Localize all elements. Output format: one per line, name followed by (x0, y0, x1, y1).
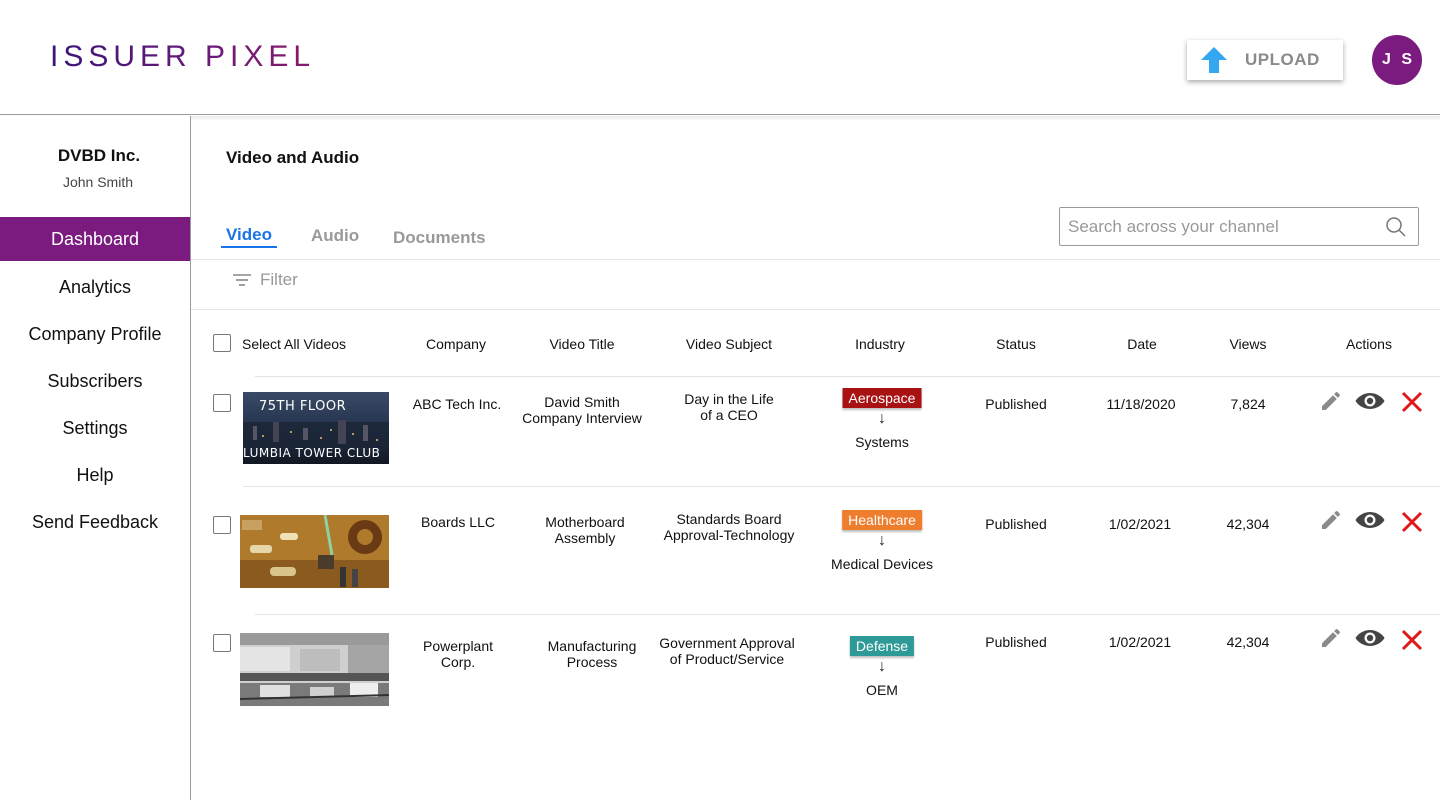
tab-documents[interactable]: Documents (393, 228, 486, 248)
arrow-down-icon: ↓ (878, 532, 886, 549)
cell-status: Published (985, 634, 1047, 650)
cell-status: Published (985, 516, 1047, 532)
thumbnail-factory-image (240, 633, 389, 706)
column-header-video-subject: Video Subject (685, 336, 773, 352)
pencil-icon[interactable] (1319, 508, 1343, 532)
search-icon[interactable] (1385, 216, 1407, 238)
cell-video-title[interactable]: Manufacturing Process (548, 638, 637, 670)
app-header: ISSUER PIXEL UPLOAD J S (0, 0, 1440, 115)
close-icon[interactable] (1400, 628, 1424, 652)
column-header-company: Company (426, 336, 486, 352)
tab-audio[interactable]: Audio (311, 226, 359, 246)
row-checkbox[interactable] (213, 516, 231, 534)
sidebar-item-company-profile[interactable]: Company Profile (0, 311, 190, 358)
sidebar-item-analytics[interactable]: Analytics (0, 264, 190, 311)
column-header-industry: Industry (855, 336, 905, 352)
sidebar-item-settings[interactable]: Settings (0, 405, 190, 452)
row-checkbox[interactable] (213, 634, 231, 652)
tabs-divider (191, 259, 1440, 260)
column-header-views: Views (1229, 336, 1267, 352)
sub-industry: Systems (855, 434, 909, 450)
select-all-checkbox[interactable] (213, 334, 231, 352)
pencil-icon[interactable] (1319, 389, 1343, 413)
cell-video-subject: Government Approval of Product/Service (659, 635, 795, 667)
org-user: John Smith (62, 174, 134, 190)
upload-button[interactable]: UPLOAD (1187, 40, 1343, 80)
thumbnail-caption-bottom: LUMBIA TOWER CLUB (243, 446, 381, 460)
column-header-date: Date (1127, 336, 1157, 352)
sub-industry: OEM (866, 682, 898, 698)
cell-video-title[interactable]: Motherboard Assembly (545, 514, 624, 546)
cell-company: ABC Tech Inc. (412, 396, 502, 412)
sidebar-item-help[interactable]: Help (0, 452, 190, 499)
cell-video-title[interactable]: David Smith Company Interview (522, 394, 642, 426)
row-checkbox[interactable] (213, 394, 231, 412)
eye-icon[interactable] (1354, 626, 1386, 650)
filter-button[interactable]: Filter (232, 270, 298, 290)
close-icon[interactable] (1400, 510, 1424, 534)
cell-date: 11/18/2020 (1106, 396, 1176, 412)
sidebar-nav: Dashboard Analytics Company Profile Subs… (0, 217, 190, 546)
thumbnail-motherboard-image (240, 515, 389, 588)
search-box (1059, 207, 1419, 246)
thumbnail-caption-top: 75TH FLOOR (259, 399, 347, 414)
user-avatar[interactable]: J S (1372, 35, 1422, 85)
search-input[interactable] (1068, 216, 1368, 238)
cell-views: 42,304 (1226, 516, 1270, 532)
filter-icon (233, 274, 251, 286)
cell-company: Boards LLC (421, 514, 495, 530)
header-shadow (190, 116, 1440, 121)
cell-views: 42,304 (1226, 634, 1270, 650)
sidebar-item-subscribers[interactable]: Subscribers (0, 358, 190, 405)
industry-badge: Healthcare (842, 510, 922, 530)
filter-divider (191, 309, 1440, 310)
industry-badge: Aerospace (842, 388, 922, 408)
column-header-video-title: Video Title (549, 336, 615, 352)
sidebar-item-dashboard[interactable]: Dashboard (0, 217, 190, 261)
cell-date: 1/02/2021 (1108, 634, 1172, 650)
eye-icon[interactable] (1354, 508, 1386, 532)
tab-video[interactable]: Video (226, 225, 272, 245)
sub-industry: Medical Devices (831, 556, 933, 572)
filter-label: Filter (260, 270, 298, 289)
industry-badge: Defense (849, 636, 915, 656)
page-title: Video and Audio (226, 148, 360, 167)
cell-date: 1/02/2021 (1108, 516, 1172, 532)
pencil-icon[interactable] (1319, 626, 1343, 650)
logo[interactable]: ISSUER PIXEL (50, 40, 315, 74)
org-name: DVBD Inc. (57, 146, 141, 165)
arrow-down-icon: ↓ (878, 410, 886, 427)
column-header-actions: Actions (1346, 336, 1392, 352)
video-thumbnail[interactable] (240, 515, 389, 588)
upload-label: UPLOAD (1245, 50, 1320, 69)
cell-video-subject: Day in the Life of a CEO (684, 391, 774, 423)
upload-arrow-icon (1201, 47, 1227, 73)
cell-video-subject: Standards Board Approval-Technology (663, 511, 795, 543)
row-divider (243, 486, 1440, 487)
column-header-status: Status (996, 336, 1036, 352)
cell-views: 7,824 (1230, 396, 1266, 412)
sidebar: DVBD Inc. John Smith Dashboard Analytics… (0, 116, 191, 800)
cell-status: Published (985, 396, 1047, 412)
select-all-label: Select All Videos (242, 336, 347, 352)
sidebar-item-send-feedback[interactable]: Send Feedback (0, 499, 190, 546)
video-thumbnail[interactable] (240, 633, 389, 706)
arrow-down-icon: ↓ (878, 658, 886, 675)
close-icon[interactable] (1400, 390, 1424, 414)
eye-icon[interactable] (1354, 389, 1386, 413)
active-tab-underline (221, 246, 277, 248)
cell-company: Powerplant Corp. (422, 638, 494, 670)
header-row-divider (255, 376, 1440, 377)
row-divider (255, 614, 1440, 615)
